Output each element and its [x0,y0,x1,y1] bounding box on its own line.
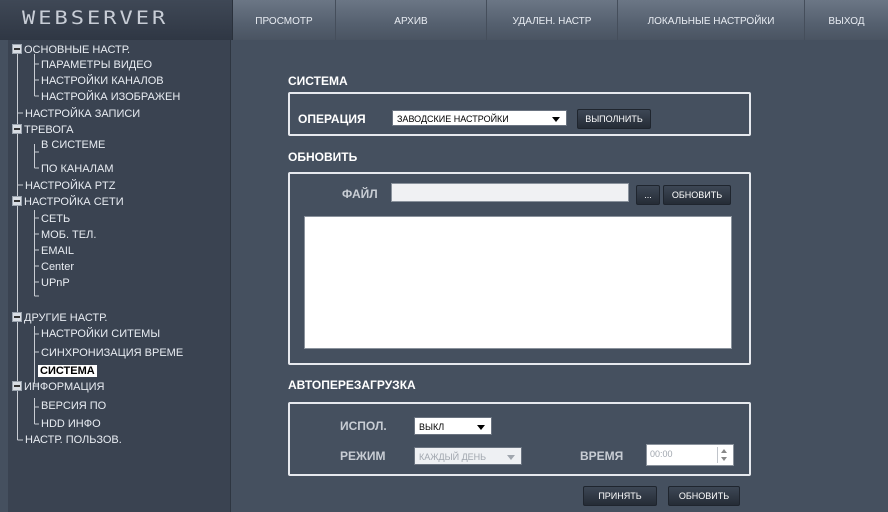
collapse-icon[interactable] [12,124,22,135]
update-log-area [304,216,732,349]
use-label: ИСПОЛ. [340,419,387,433]
collapse-icon[interactable] [12,381,22,392]
execute-button[interactable]: ВЫПОЛНИТЬ [577,109,651,129]
tree-item-video-params[interactable]: ПАРАМЕТРЫ ВИДЕО [41,57,152,73]
time-field[interactable]: 00:00 [646,444,734,466]
tree-label: ОСНОВНЫЕ НАСТР. [24,44,131,56]
collapse-icon[interactable] [12,44,22,55]
tree-group-network[interactable]: НАСТРОЙКА СЕТИ [8,194,124,210]
tree-item-time-sync[interactable]: СИНХРОНИЗАЦИЯ ВРЕМЕ [41,345,183,361]
tree-label: НАСТРОЙКИ КАНАЛОВ [41,75,164,87]
logo-text: WEBSERVER [22,8,169,30]
use-select-value: ВЫКЛ [419,422,445,432]
tree-label: СИНХРОНИЗАЦИЯ ВРЕМЕ [41,347,184,359]
file-label: ФАЙЛ [342,187,378,201]
nav-local-settings[interactable]: ЛОКАЛЬНЫЕ НАСТРОЙКИ [618,0,805,40]
time-spinner[interactable] [717,447,732,463]
nav-exit[interactable]: ВЫХОД [805,0,888,40]
tree-item-mobile[interactable]: МОБ. ТЕЛ. [41,227,96,243]
tree-label: НАСТР. ПОЛЬЗОВ. [25,434,122,446]
tree-item-hdd-info[interactable]: HDD ИНФО [41,416,101,432]
tree-label: ПО КАНАЛАМ [41,163,114,175]
tree-label: ВЕРСИЯ ПО [41,400,107,412]
tree-item-net[interactable]: СЕТЬ [41,211,70,227]
operation-select[interactable]: ЗАВОДСКИЕ НАСТРОЙКИ [392,110,567,126]
mode-label: РЕЖИМ [340,449,386,463]
tree-item-users[interactable]: НАСТР. ПОЛЬЗОВ. [25,432,122,448]
tree-label: ДРУГИЕ НАСТР. [24,312,108,324]
tree-item-channel-settings[interactable]: НАСТРОЙКИ КАНАЛОВ [41,73,164,89]
tree-item-system[interactable]: СИСТЕМА [38,363,97,379]
tree-item-image-settings[interactable]: НАСТРОЙКА ИЗОБРАЖЕН [41,89,180,105]
tree-label: СЕТЬ [41,213,71,225]
tree-item-version[interactable]: ВЕРСИЯ ПО [41,398,106,414]
tree-group-alarm[interactable]: ТРЕВОГА [8,122,73,138]
operation-select-value: ЗАВОДСКИЕ НАСТРОЙКИ [397,114,509,124]
operation-label: ОПЕРАЦИЯ [298,112,366,126]
collapse-icon[interactable] [12,312,22,323]
apply-button[interactable]: ПРИНЯТЬ [583,486,657,506]
tree-label: EMAIL [41,245,75,257]
tree-label: В СИСТЕМЕ [41,139,106,151]
tree-item-by-channels[interactable]: ПО КАНАЛАМ [41,161,114,177]
file-path-field[interactable] [391,183,629,202]
spin-up-icon[interactable] [718,447,732,455]
spin-down-icon[interactable] [718,455,732,463]
update-box: ФАЙЛ ... ОБНОВИТЬ [288,172,751,365]
tree-group-basic-settings[interactable]: ОСНОВНЫЕ НАСТР. [8,42,130,58]
chevron-down-icon [477,425,485,430]
browse-button[interactable]: ... [636,185,660,205]
autoreboot-section-title: АВТОПЕРЕЗАГРУЗКА [288,378,416,392]
webserver-logo: WEBSERVER [0,0,233,40]
tree-label: Center [41,261,75,273]
tree-label: UPnP [41,277,70,289]
mode-select[interactable]: КАЖДЫЙ ДЕНЬ [414,447,522,465]
tree-label: НАСТРОЙКА ЗАПИСИ [25,108,141,120]
update-section-title: ОБНОВИТЬ [288,150,358,164]
tree-label: НАСТРОЙКИ СИТЕМЫ [41,328,161,340]
tree-label: НАСТРОЙКА СЕТИ [24,196,124,208]
chevron-down-icon [552,117,560,122]
tree-item-in-system[interactable]: В СИСТЕМЕ [41,137,105,153]
tree-label: HDD ИНФО [41,418,101,430]
top-navigation-bar: WEBSERVER ПРОСМОТР АРХИВ УДАЛЕН. НАСТР Л… [0,0,888,40]
time-label: ВРЕМЯ [580,449,624,463]
tree-label: НАСТРОЙКА ИЗОБРАЖЕН [41,91,181,103]
tree-item-ptz[interactable]: НАСТРОЙКА PTZ [25,178,115,194]
tree-label: ТРЕВОГА [24,124,74,136]
nav-remote-settings[interactable]: УДАЛЕН. НАСТР [487,0,618,40]
tree-label: ИНФОРМАЦИЯ [24,381,105,393]
tree-item-upnp[interactable]: UPnP [41,275,70,291]
tree-label: СИСТЕМА [38,365,97,377]
refresh-button[interactable]: ОБНОВИТЬ [668,486,740,506]
main-panel: СИСТЕМА ОПЕРАЦИЯ ЗАВОДСКИЕ НАСТРОЙКИ ВЫП… [231,40,888,512]
firmware-update-button[interactable]: ОБНОВИТЬ [663,185,731,205]
collapse-icon[interactable] [12,196,22,207]
settings-tree-sidebar: ОСНОВНЫЕ НАСТР. ПАРАМЕТРЫ ВИДЕО НАСТРОЙК… [8,40,231,512]
tree-label: НАСТРОЙКА PTZ [25,180,116,192]
tree-group-other[interactable]: ДРУГИЕ НАСТР. [8,310,107,326]
tree-item-record-settings[interactable]: НАСТРОЙКА ЗАПИСИ [25,106,140,122]
use-select[interactable]: ВЫКЛ [414,417,492,435]
nav-archive[interactable]: АРХИВ [336,0,487,40]
system-box: ОПЕРАЦИЯ ЗАВОДСКИЕ НАСТРОЙКИ ВЫПОЛНИТЬ [288,92,751,136]
tree-label: ПАРАМЕТРЫ ВИДЕО [41,59,153,71]
tree-item-center[interactable]: Center [41,259,74,275]
nav-view[interactable]: ПРОСМОТР [233,0,336,40]
chevron-down-icon [507,455,515,460]
autoreboot-box: ИСПОЛ. ВЫКЛ РЕЖИМ КАЖДЫЙ ДЕНЬ ВРЕМЯ 00:0… [288,402,751,476]
time-value: 00:00 [650,449,673,459]
tree-item-system-settings[interactable]: НАСТРОЙКИ СИТЕМЫ [41,326,160,342]
tree-item-email[interactable]: EMAIL [41,243,74,259]
tree-label: МОБ. ТЕЛ. [41,229,97,241]
mode-select-value: КАЖДЫЙ ДЕНЬ [419,452,487,462]
tree-group-info[interactable]: ИНФОРМАЦИЯ [8,379,104,395]
system-section-title: СИСТЕМА [288,74,348,88]
